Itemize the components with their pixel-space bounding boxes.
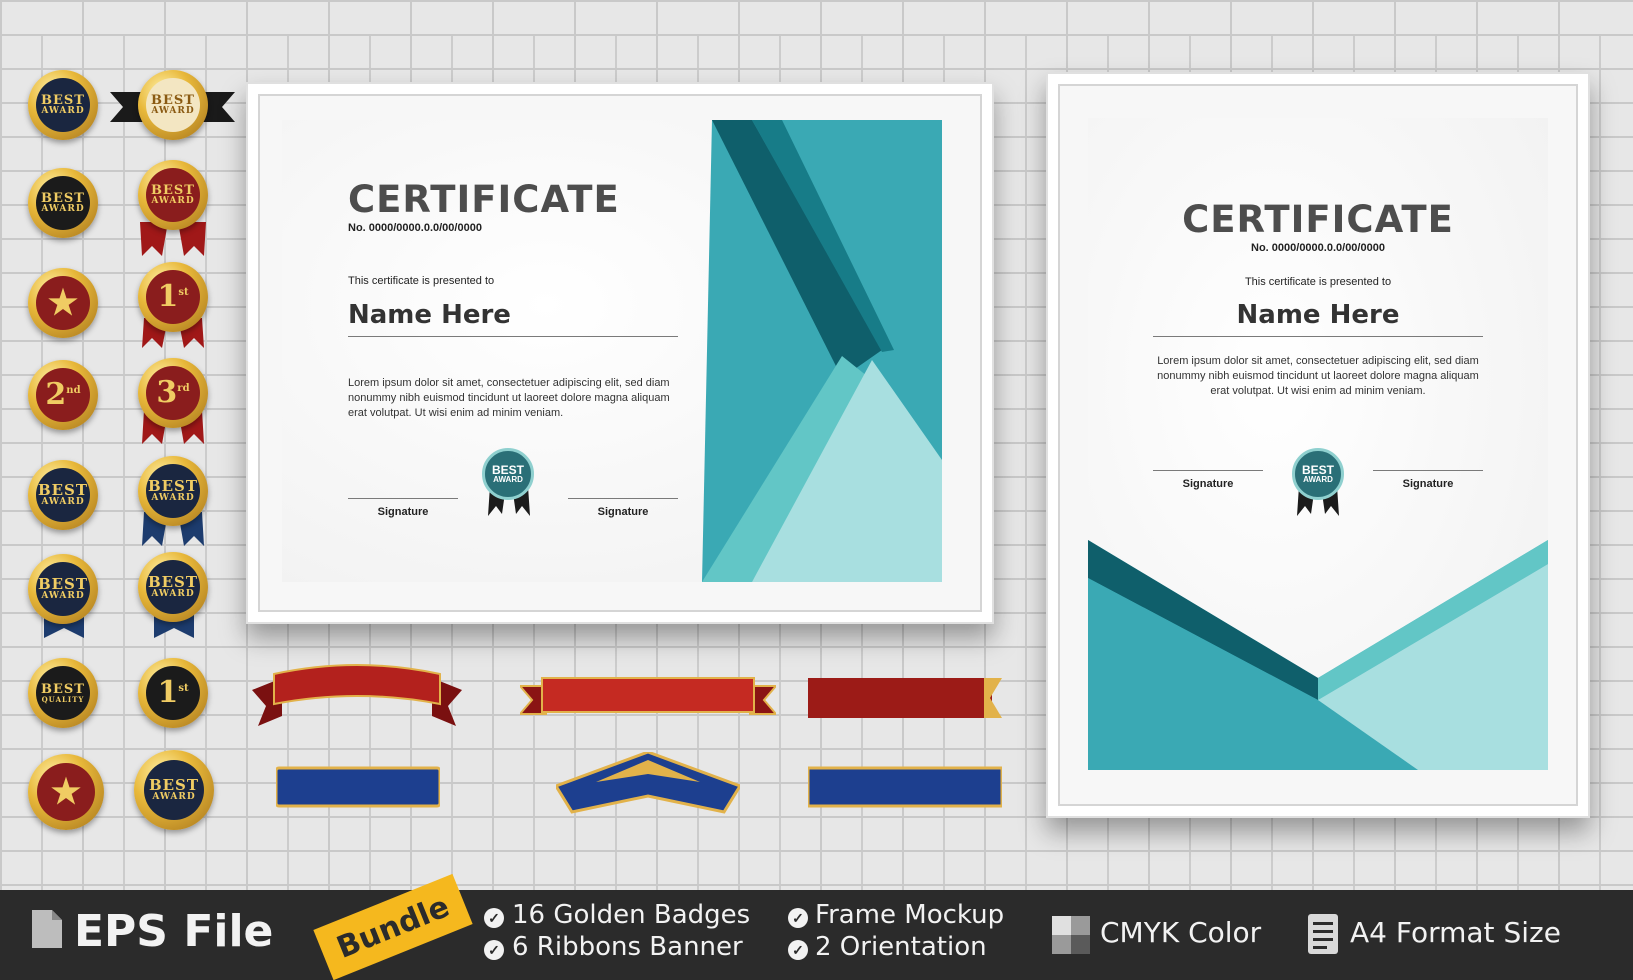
badge-best-award-navy: BEST AWARD [28,70,98,140]
bundle-tag: Bundle [313,873,473,980]
ribbon-banner-red-flag [808,678,1002,718]
badge-text-best: BEST [147,477,199,495]
best-award-seal: BEST AWARD [482,448,534,500]
badge-star-laurel: ★ [28,754,104,830]
badge-first-place-black: 1st [138,658,208,728]
badge-text-award: AWARD [151,589,195,599]
badge-best-award-black: BEST AWARD [28,168,98,238]
recipient-name: Name Here [1236,300,1400,330]
badge-third-place: 3rd [138,358,208,428]
signature-line-left [1153,470,1263,471]
badge-text-award: AWARD [41,204,85,214]
badge-best-award-navy: BEST AWARD [138,456,208,526]
badge-text-award: AWARD [151,196,195,206]
badge-best-award-navy: BEST AWARD [138,552,208,622]
badge-text-award: AWARD [41,497,85,507]
name-underline [1153,336,1483,337]
badge-best-award-navy: BEST AWARD [28,554,98,624]
badge-text-best: BEST [148,776,200,794]
frame-landscape: CERTIFICATE No. 0000/0000.0.0/00/0000 Th… [246,82,994,624]
badge-text-quality: QUALITY [41,695,85,704]
badge-text-best: BEST [37,575,89,593]
signature-line-left [348,498,458,499]
feature-ribbons-banner: 6 Ribbons Banner [512,932,743,962]
certificate-body-text: Lorem ipsum dolor sit amet, consectetuer… [348,377,670,419]
eps-file-label: EPS File [74,906,274,957]
ribbon-banner-blue-chevron [556,752,740,814]
ribbon-banner-red-straight [520,677,776,715]
cmyk-color-icon [1052,916,1090,954]
badge-star-maroon: ★ [28,268,98,338]
badge-text-award: AWARD [41,591,85,601]
badge-best-award-laurel: BEST AWARD [134,750,214,830]
badge-second-place: 2nd [28,360,98,430]
signature-line-right [568,498,678,499]
file-icon [32,910,62,948]
feature-a4-format: A4 Format Size [1350,916,1561,949]
seal-text-award: AWARD [493,475,523,484]
star-icon: ★ [47,283,79,323]
seal-text-award: AWARD [1303,475,1333,484]
certificate-number: No. 0000/0000.0.0/00/0000 [348,222,482,234]
ribbon-banner-red-curved [252,664,462,726]
certificate-body-text: Lorem ipsum dolor sit amet, consectetuer… [1157,355,1479,397]
star-icon: ★ [50,772,82,812]
certificate-portrait: CERTIFICATE No. 0000/0000.0.0/00/0000 Th… [1088,118,1548,770]
signature-label-right: Signature [1402,478,1454,490]
feature-cmyk-color: CMYK Color [1100,916,1262,949]
badge-text-award: AWARD [152,792,196,802]
presented-to-text: This certificate is presented to [1244,276,1392,288]
document-icon [1308,914,1338,954]
presented-to-text: This certificate is presented to [348,275,495,287]
bundle-tag-text: Bundle [331,888,455,966]
badge-text-best: BEST [147,573,199,591]
frame-portrait: CERTIFICATE No. 0000/0000.0.0/00/0000 Th… [1046,72,1590,818]
signature-label-right: Signature [597,506,649,518]
certificate-title: CERTIFICATE [1182,198,1454,241]
check-icon: ✓ [788,908,808,928]
feature-frame-mockup: Frame Mockup [815,900,1005,930]
signature-label-left: Signature [377,506,429,518]
feature-golden-badges: 16 Golden Badges [512,900,751,930]
badge-suffix-first: st [178,287,189,298]
name-underline [348,336,678,337]
certificate-landscape: CERTIFICATE No. 0000/0000.0.0/00/0000 Th… [282,120,942,582]
certificate-number: No. 0000/0000.0.0/00/0000 [1251,242,1385,254]
badge-best-award-maroon: BEST AWARD [138,160,208,230]
badge-text-award: AWARD [151,106,195,116]
check-icon: ✓ [788,940,808,960]
signature-line-right [1373,470,1483,471]
badge-best-award-cream: BEST AWARD [138,70,208,140]
badge-number-second: 2 [45,377,67,412]
badge-text-award: AWARD [41,106,85,116]
feature-bar: EPS File Bundle ✓ 16 Golden Badges ✓ 6 R… [0,873,1633,980]
check-icon: ✓ [484,908,504,928]
badge-best-award-navy: BEST AWARD [28,460,98,530]
badge-text-award: AWARD [151,493,195,503]
certificate-title: CERTIFICATE [348,178,620,221]
badge-number-first: 1 [157,279,179,314]
recipient-name: Name Here [348,300,511,330]
check-icon: ✓ [484,940,504,960]
badge-best-quality: BEST QUALITY [28,658,98,728]
badge-suffix-third: rd [177,383,190,394]
ribbon-banner-blue-straight [276,766,440,808]
badge-suffix-second: nd [66,385,81,396]
badge-text-best: BEST [37,481,89,499]
feature-orientation: 2 Orientation [815,932,987,962]
badge-suffix-first: st [178,683,189,694]
signature-label-left: Signature [1182,478,1234,490]
ribbon-banner-blue-wide [808,766,1002,808]
badge-number-third: 3 [156,375,178,410]
best-award-seal: BEST AWARD [1292,448,1344,500]
badge-first-place: 1st [138,262,208,332]
badge-number-first: 1 [157,675,179,710]
